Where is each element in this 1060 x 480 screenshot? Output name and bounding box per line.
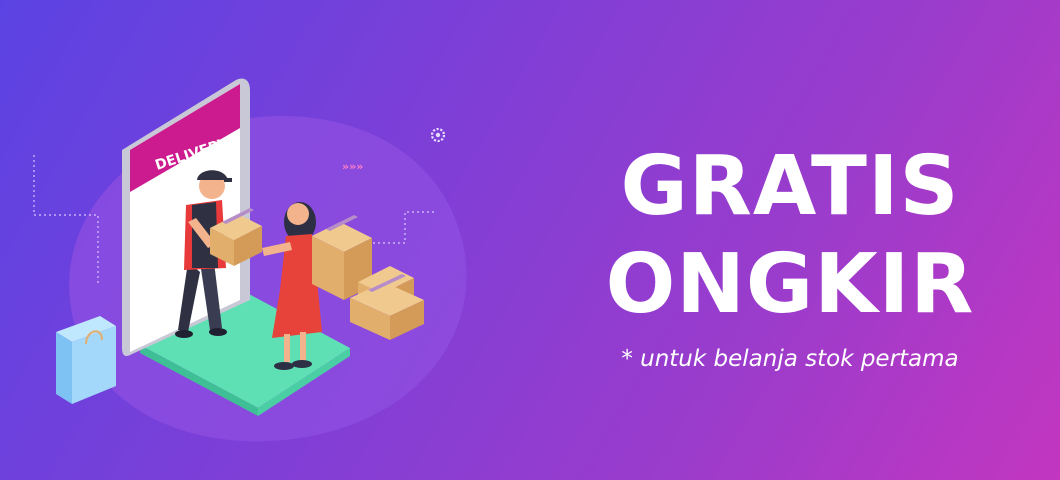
delivery-illustration: »»» DELIVERY: [33, 78, 467, 442]
headline-line-2: ONGKIR: [605, 237, 975, 332]
chevrons-icon: »»»: [342, 160, 363, 173]
headline: GRATIS ONGKIR: [560, 138, 1020, 334]
terms-note: * untuk belanja stok pertama: [621, 346, 959, 372]
shopping-bag-icon: [56, 316, 116, 404]
promo-banner: »»» DELIVERY GRATIS ONGKIR * untuk belan…: [0, 0, 1060, 480]
gear-icon: [430, 127, 446, 143]
headline-line-1: GRATIS: [620, 139, 960, 234]
